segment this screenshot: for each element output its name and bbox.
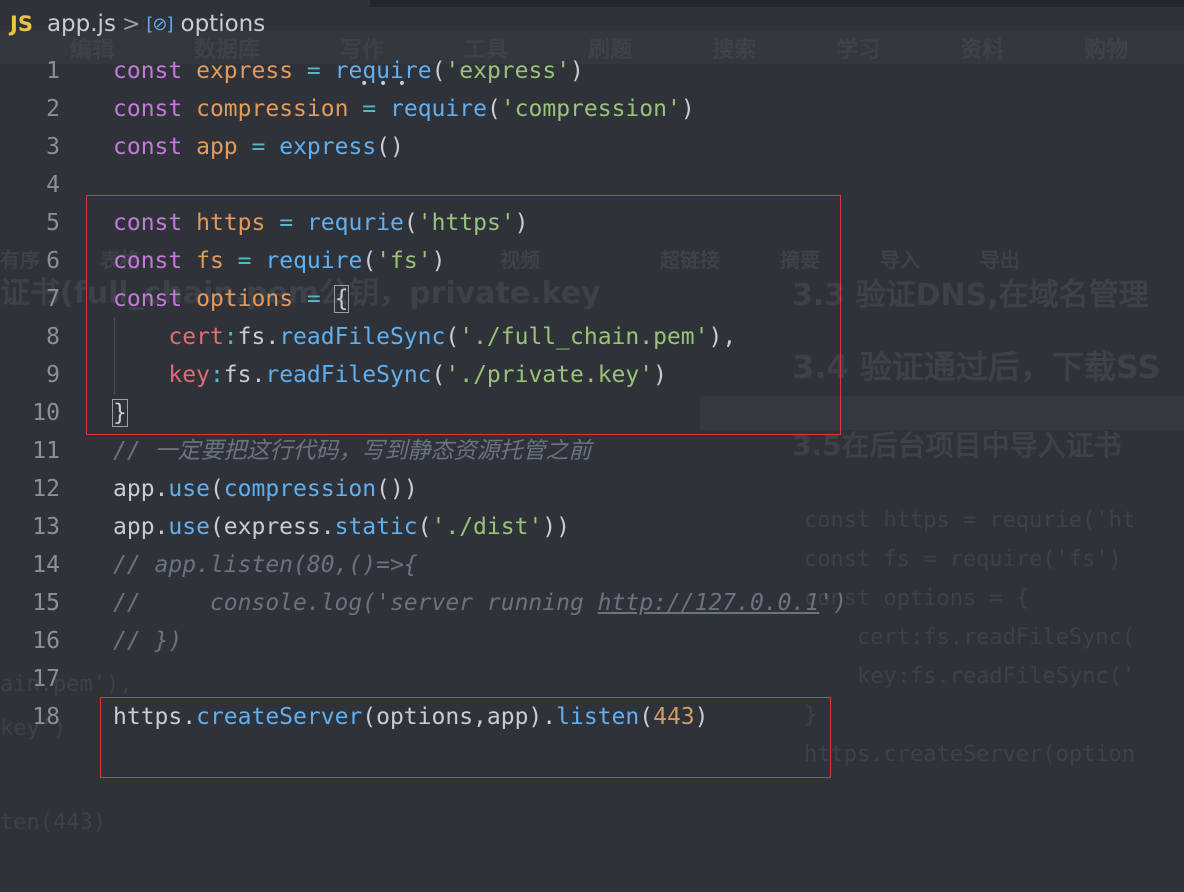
highlight-box-https-options bbox=[86, 195, 841, 435]
ghost-code-line: https.createServer(option bbox=[804, 742, 1136, 767]
line-number: 9 bbox=[46, 362, 60, 388]
code-line[interactable]: 13 app.use(express.static('./dist')) bbox=[0, 508, 1184, 546]
ghost-left-bit-3: ten(443) bbox=[0, 810, 106, 835]
code-token: = bbox=[251, 134, 266, 160]
code-line[interactable]: 3 const app = express() bbox=[0, 128, 1184, 166]
breadcrumb: JS app.js > [⊘] options bbox=[0, 0, 1184, 48]
code-text: app.use(express.static('./dist')) bbox=[113, 508, 570, 546]
code-line[interactable]: 1 const express = require('express') bbox=[0, 52, 1184, 90]
code-token: // 一定要把这行代码，写到静态资源托管之前 bbox=[113, 438, 592, 464]
code-token: = bbox=[362, 96, 377, 122]
chevron-right-icon: > bbox=[121, 11, 141, 37]
code-token: const bbox=[113, 134, 183, 160]
code-token: 'express' bbox=[445, 58, 571, 84]
line-number: 11 bbox=[32, 438, 60, 464]
code-token: compression bbox=[196, 96, 349, 122]
code-token: ()) bbox=[376, 476, 418, 502]
code-token: (express. bbox=[209, 514, 335, 540]
line-number: 3 bbox=[46, 134, 60, 160]
javascript-file-icon: JS bbox=[10, 12, 33, 36]
line-number: 15 bbox=[32, 590, 60, 616]
code-text: const app = express() bbox=[113, 128, 404, 166]
code-token: app. bbox=[113, 476, 169, 502]
code-token: // console.log('server running bbox=[113, 590, 598, 616]
line-number: 14 bbox=[32, 552, 60, 578]
code-token: const bbox=[113, 58, 183, 84]
line-number: 16 bbox=[32, 628, 60, 654]
code-token: )) bbox=[542, 514, 570, 540]
line-number: 8 bbox=[46, 324, 60, 350]
code-token: use bbox=[168, 476, 210, 502]
line-number: 7 bbox=[46, 286, 60, 312]
code-token: ( bbox=[209, 476, 224, 502]
code-line[interactable]: 14 // app.listen(80,()=>{ bbox=[0, 546, 1184, 584]
code-text: const express = require('express') bbox=[113, 52, 584, 90]
line-number: 1 bbox=[46, 58, 60, 84]
code-line[interactable]: 16 // }) bbox=[0, 622, 1184, 660]
code-token: http://127.0.0.1 bbox=[597, 590, 820, 616]
code-token: ( bbox=[417, 514, 432, 540]
code-token: const bbox=[113, 96, 183, 122]
code-token: express bbox=[196, 58, 294, 84]
highlight-box-create-server bbox=[100, 697, 831, 778]
code-text: // console.log('server running http://12… bbox=[113, 584, 847, 622]
code-token: ( bbox=[486, 96, 501, 122]
code-line[interactable]: 15 // console.log('server running http://… bbox=[0, 584, 1184, 622]
line-number: 13 bbox=[32, 514, 60, 540]
code-line[interactable]: 12 app.use(compression()) bbox=[0, 470, 1184, 508]
code-token: require bbox=[390, 96, 487, 122]
code-text: // 一定要把这行代码，写到静态资源托管之前 bbox=[113, 432, 592, 470]
line-number: 2 bbox=[46, 96, 60, 122]
breadcrumb-symbol[interactable]: options bbox=[181, 11, 266, 37]
code-token: 'compression' bbox=[500, 96, 681, 122]
line-number: 4 bbox=[46, 172, 60, 198]
line-number: 6 bbox=[46, 248, 60, 274]
code-token: ) bbox=[680, 96, 695, 122]
line-number: 10 bbox=[32, 400, 60, 426]
line-number: 18 bbox=[32, 704, 60, 730]
code-line[interactable]: 11 // 一定要把这行代码，写到静态资源托管之前 bbox=[0, 432, 1184, 470]
code-token: // app.listen(80,()=>{ bbox=[113, 552, 418, 578]
code-token: // }) bbox=[113, 628, 183, 654]
code-line[interactable]: 17 bbox=[0, 660, 1184, 698]
code-line[interactable]: 2 const compression = require('compressio… bbox=[0, 90, 1184, 128]
code-token: () bbox=[376, 134, 404, 160]
code-token: app. bbox=[113, 514, 169, 540]
code-text: const compression = require('compression… bbox=[113, 90, 695, 128]
code-token: app bbox=[196, 134, 238, 160]
line-number: 17 bbox=[32, 666, 60, 692]
code-token: ') bbox=[819, 590, 847, 616]
top-strip bbox=[370, 0, 1184, 7]
line-number: 12 bbox=[32, 476, 60, 502]
code-text: // }) bbox=[113, 622, 182, 660]
code-token: compression bbox=[223, 476, 377, 502]
hint-dots: • • • bbox=[360, 76, 408, 92]
code-token: ) bbox=[570, 58, 584, 84]
code-token: './dist' bbox=[431, 514, 543, 540]
code-text: app.use(compression()) bbox=[113, 470, 418, 508]
code-token: = bbox=[306, 58, 321, 84]
code-token: static bbox=[334, 514, 418, 540]
breadcrumb-file[interactable]: app.js bbox=[47, 11, 116, 37]
symbol-object-icon: [⊘] bbox=[146, 13, 173, 35]
code-token: express bbox=[279, 134, 377, 160]
line-number: 5 bbox=[46, 210, 60, 236]
code-token: ( bbox=[431, 58, 446, 84]
code-text: // app.listen(80,()=>{ bbox=[113, 546, 418, 584]
code-token: use bbox=[168, 514, 210, 540]
